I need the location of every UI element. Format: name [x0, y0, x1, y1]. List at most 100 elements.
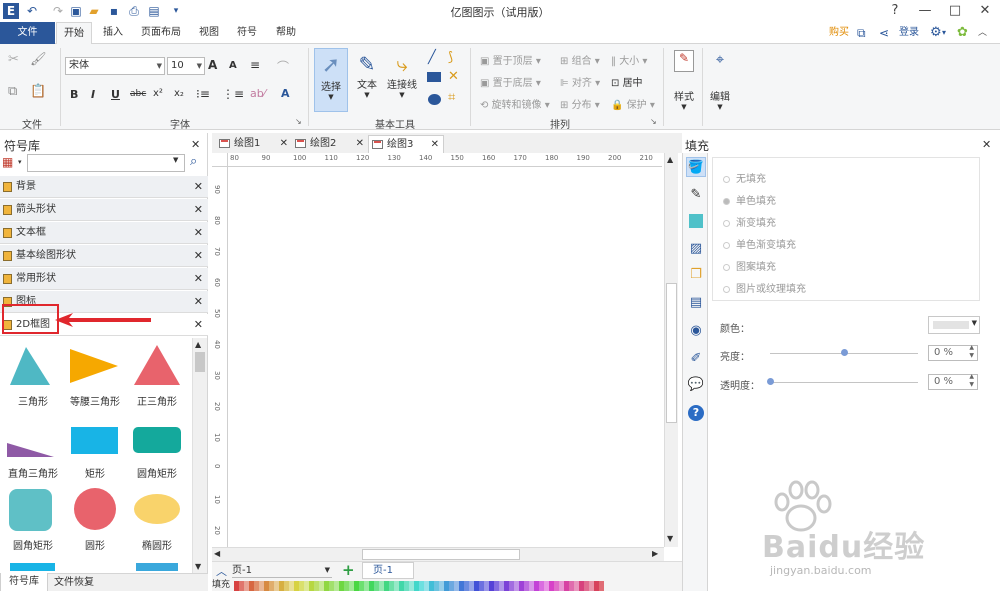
arc-icon[interactable]: ⟆ — [448, 50, 453, 65]
tab-home[interactable]: 开始 — [56, 22, 92, 45]
strikethrough-button[interactable]: abc — [130, 89, 146, 99]
scroll-thumb[interactable] — [666, 283, 677, 423]
shrink-font-button[interactable]: A — [229, 60, 237, 71]
transparency-slider[interactable] — [770, 382, 918, 383]
library-search-input[interactable] — [27, 154, 185, 172]
ellipse-tool-icon[interactable] — [428, 94, 441, 105]
text-highlight-icon[interactable]: ab⁄ — [250, 87, 266, 100]
doc-tab-2[interactable]: 绘图2 ✕ — [292, 135, 368, 153]
shape-circle[interactable]: 圆形 — [62, 485, 128, 555]
group-button[interactable]: ⊞ 组合 ▾ — [560, 52, 600, 67]
close-tab-icon[interactable]: ✕ — [356, 135, 364, 153]
help-window-button[interactable]: ? — [880, 0, 910, 22]
close-panel-icon[interactable]: ✕ — [982, 138, 991, 151]
share-screen-icon[interactable]: ⧉ — [857, 22, 866, 44]
fill-option-single-gradient[interactable]: 单色渐变填充 — [723, 236, 796, 251]
help-icon[interactable]: ? — [688, 405, 704, 421]
shape-equilateral-triangle[interactable]: 正三角形 — [124, 341, 190, 411]
fill-option-solid[interactable]: 单色填充 — [723, 192, 776, 207]
settings-dropdown-icon[interactable]: ▾ — [942, 22, 946, 44]
shape-ellipse[interactable]: 椭圆形 — [124, 485, 190, 555]
share-icon[interactable]: ⋖ — [879, 22, 889, 44]
scroll-up-icon[interactable]: ▲ — [667, 155, 673, 164]
dialog-launcher-icon[interactable]: ↘ — [650, 117, 657, 126]
bring-to-front-button[interactable]: ▣ 置于顶层 ▾ — [480, 52, 541, 67]
library-category-textbox[interactable]: 文本框 ✕ — [0, 222, 208, 244]
fill-icon[interactable]: 🪣 — [686, 157, 706, 177]
library-category-arrows[interactable]: 箭头形状 ✕ — [0, 199, 208, 221]
brightness-input[interactable]: 0 % ▲ ▼ — [928, 344, 978, 361]
settings-gear-icon[interactable]: ⚙ — [930, 22, 942, 44]
close-icon[interactable]: ✕ — [194, 245, 203, 267]
comment-icon[interactable]: 💬 — [686, 375, 706, 395]
spin-arrows-icon[interactable]: ▲ ▼ — [969, 373, 974, 389]
subscript-button[interactable]: x₂ — [174, 88, 184, 99]
close-icon[interactable]: ✕ — [194, 199, 203, 221]
tab-symbol[interactable]: 符号 — [230, 22, 264, 44]
number-list-icon[interactable]: ⋮≡ — [222, 87, 244, 101]
shadow-icon[interactable] — [686, 211, 706, 231]
close-icon[interactable]: ✕ — [194, 176, 203, 198]
bold-button[interactable]: B — [70, 88, 78, 101]
cut-icon[interactable]: ✂ — [8, 52, 19, 67]
library-scrollbar[interactable]: ▲ ▼ — [192, 338, 207, 573]
dialog-launcher-icon[interactable]: ↘ — [295, 117, 302, 126]
drawing-canvas[interactable] — [228, 167, 662, 547]
tab-symbol-library[interactable]: 符号库 — [0, 573, 48, 591]
page-tab[interactable]: 页-1 — [362, 562, 414, 579]
italic-button[interactable]: I — [91, 88, 95, 101]
bullet-list-icon[interactable]: ⁝≡ — [196, 87, 210, 101]
image-icon[interactable]: ▨ — [686, 239, 706, 259]
shape-rectangle[interactable]: 矩形 — [62, 413, 128, 483]
tab-insert[interactable]: 插入 — [96, 22, 130, 44]
shape-right-triangle[interactable]: 直角三角形 — [0, 413, 66, 483]
canvas-horizontal-scrollbar[interactable]: ◀ ▶ — [212, 547, 664, 561]
close-tab-icon[interactable]: ✕ — [431, 136, 439, 154]
layer-icon[interactable]: ❐ — [686, 265, 706, 285]
library-category-basic-drawing[interactable]: 基本绘图形状 ✕ — [0, 245, 208, 267]
shape-rounded-square[interactable]: 圆角矩形 — [0, 485, 66, 555]
size-button[interactable]: ‖ 大小 ▾ — [611, 52, 647, 67]
transparency-input[interactable]: 0 % ▲ ▼ — [928, 373, 978, 390]
superscript-button[interactable]: x² — [153, 88, 163, 99]
scroll-right-icon[interactable]: ▶ — [652, 549, 658, 558]
color-swatches[interactable] — [234, 581, 604, 591]
maximize-button[interactable]: □ — [940, 0, 970, 22]
scroll-thumb[interactable] — [362, 549, 520, 560]
search-icon[interactable]: ⌕ — [190, 154, 197, 169]
tab-help[interactable]: 帮助 — [268, 22, 304, 44]
close-window-button[interactable]: ✕ — [970, 0, 1000, 22]
add-page-icon[interactable]: + — [342, 561, 355, 579]
tab-page-layout[interactable]: 页面布局 — [134, 22, 188, 44]
minimize-button[interactable]: — — [910, 0, 940, 22]
fill-option-pattern[interactable]: 图案填充 — [723, 258, 776, 273]
shape-rounded-rectangle[interactable]: 圆角矩形 — [124, 413, 190, 483]
canvas-vertical-scrollbar[interactable]: ▲ ▼ — [664, 153, 678, 547]
font-family-select[interactable]: 宋体 ▼ — [65, 57, 165, 75]
transparency-slider-handle[interactable] — [767, 378, 774, 385]
underline-button[interactable]: U — [111, 88, 120, 101]
doc-tab-3[interactable]: 绘图3 ✕ — [368, 135, 444, 153]
scroll-down-icon[interactable]: ▼ — [195, 562, 201, 571]
fill-option-none[interactable]: 无填充 — [723, 170, 766, 185]
collapse-ribbon-icon[interactable]: ︿ — [978, 22, 987, 44]
cross-tool-icon[interactable]: ✕ — [448, 69, 459, 84]
scroll-left-icon[interactable]: ◀ — [214, 549, 220, 558]
scroll-down-icon[interactable]: ▼ — [667, 534, 673, 543]
page-icon[interactable]: ▤ — [686, 293, 706, 313]
shape-isosceles-triangle[interactable]: 等腰三角形 — [62, 341, 128, 411]
style-button[interactable]: ✎ 样式 ▼ — [667, 50, 701, 112]
center-button[interactable]: ⊡ 居中 — [611, 74, 643, 89]
protect-button[interactable]: 🔒 保护 ▾ — [611, 96, 655, 111]
close-icon[interactable]: ✕ — [194, 291, 203, 313]
login-link[interactable]: 登录 — [899, 22, 919, 44]
close-panel-icon[interactable]: ✕ — [191, 138, 200, 151]
font-color-button[interactable]: A — [281, 87, 290, 100]
page-select[interactable]: 页-1 ▼ — [232, 563, 332, 578]
line-spacing-icon[interactable]: ⌒ — [277, 58, 289, 75]
chevron-down-icon[interactable]: ▾ — [18, 158, 22, 166]
close-icon[interactable]: ✕ — [194, 314, 203, 336]
buy-link[interactable]: 购买 — [829, 22, 849, 44]
brightness-slider-handle[interactable] — [841, 349, 848, 356]
grow-font-button[interactable]: A — [208, 58, 217, 72]
